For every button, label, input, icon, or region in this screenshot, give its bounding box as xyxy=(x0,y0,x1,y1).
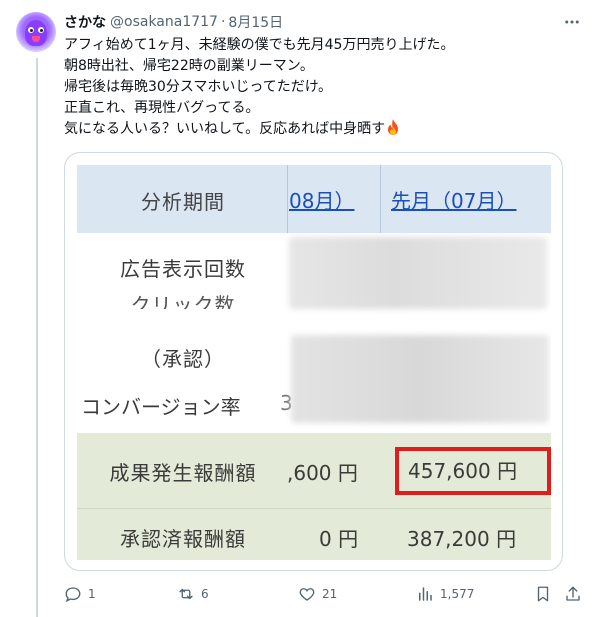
table-gap xyxy=(77,309,551,333)
avatar[interactable] xyxy=(16,12,56,52)
thread-line xyxy=(36,58,38,617)
approved-reward-label: 承認済報酬額 xyxy=(120,527,246,551)
tweet-line: アフィ始めて1ヶ月、未経験の僕でも先月45万円売り上げた。 xyxy=(64,37,455,53)
generated-reward-last-month: 457,600 円 xyxy=(408,459,518,483)
tweet-line-last: 気になる人いる？いいねして。反応あれば中身晒す xyxy=(64,119,584,140)
user-handle[interactable]: @osakana1717 xyxy=(110,14,218,30)
more-button[interactable] xyxy=(562,12,582,32)
tweet-header: さかな @osakana1717 · 8月15日 xyxy=(64,12,283,32)
last-month-header: 先月（07月） xyxy=(391,189,517,213)
tweet-line: 朝8時出社、帰宅22時の副業リーマン。 xyxy=(64,58,314,74)
heart-icon xyxy=(299,588,315,601)
conversion-rate-label: コンバージョン率 xyxy=(81,395,241,419)
avatar-eye-icon xyxy=(38,27,44,33)
table-header-row: 分析期間 08月） 先月（07月） xyxy=(77,165,551,233)
tweet-line: 正直これ、再現性バグってる。 xyxy=(64,100,260,116)
tweet-line: 気になる人いる？いいねして。反応あれば中身晒す xyxy=(64,121,386,137)
generated-reward-label: 成果発生報酬額 xyxy=(109,461,257,485)
fire-emoji-icon xyxy=(388,119,399,135)
like-count: 21 xyxy=(322,587,338,601)
action-bar: 1 6 21 1,577 xyxy=(64,584,584,604)
period-label: 分析期間 xyxy=(141,190,225,214)
approval-label: （承認） xyxy=(141,347,225,371)
reply-button[interactable]: 1 xyxy=(64,584,96,604)
views-icon xyxy=(419,587,432,601)
like-button[interactable]: 21 xyxy=(298,584,337,604)
retweet-icon xyxy=(179,588,193,600)
report-screenshot: 分析期間 08月） 先月（07月） 広告表示回数 クリック数 （承認） コンバー… xyxy=(77,165,551,560)
tweet-body: アフィ始めて1ヶ月、未経験の僕でも先月45万円売り上げた。 朝8時出社、帰宅22… xyxy=(64,35,584,140)
attached-image[interactable]: 分析期間 08月） 先月（07月） 広告表示回数 クリック数 （承認） コンバー… xyxy=(64,152,563,571)
post-date[interactable]: 8月15日 xyxy=(228,12,283,32)
share-icon xyxy=(566,586,580,601)
view-count: 1,577 xyxy=(440,587,475,601)
column-divider xyxy=(380,165,381,233)
retweet-button[interactable]: 6 xyxy=(177,584,209,604)
current-month-header: 08月） xyxy=(289,189,355,213)
clicks-label: クリック数 xyxy=(130,295,236,309)
approved-reward-current: 0 円 xyxy=(319,527,359,551)
table-row: 成果発生報酬額 ,600 円 457,600 円 xyxy=(77,433,551,509)
separator-dot: · xyxy=(220,14,226,30)
approved-reward-last-month: 387,200 円 xyxy=(407,527,517,551)
tweet-line: 帰宅後は毎晩30分スマホいじってただけ。 xyxy=(64,79,332,95)
generated-reward-current: ,600 円 xyxy=(287,461,358,485)
blurred-values xyxy=(289,237,547,309)
avatar-fish-icon xyxy=(25,20,47,46)
display-name[interactable]: さかな xyxy=(64,12,106,32)
reply-count: 1 xyxy=(88,587,96,601)
more-icon xyxy=(565,20,579,24)
share-button[interactable] xyxy=(564,584,582,604)
bookmark-icon xyxy=(537,586,549,602)
reply-icon xyxy=(65,587,81,603)
ad-impressions-label: 広告表示回数 xyxy=(120,257,246,281)
retweet-count: 6 xyxy=(201,587,209,601)
bookmark-button[interactable] xyxy=(534,584,552,604)
blurred-values xyxy=(291,335,549,423)
avatar-eye-icon xyxy=(28,27,34,33)
table-row: 承認済報酬額 0 円 387,200 円 xyxy=(77,509,551,560)
column-divider xyxy=(287,165,288,233)
views-button[interactable]: 1,577 xyxy=(416,584,474,604)
